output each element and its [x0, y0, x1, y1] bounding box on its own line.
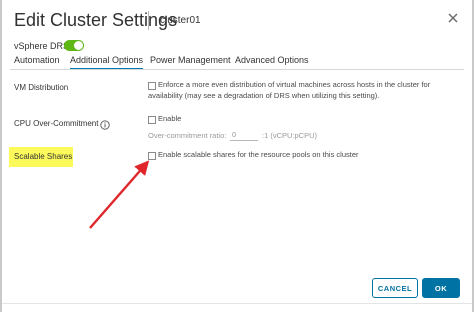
footer-divider — [2, 303, 472, 304]
cancel-button[interactable]: CANCEL — [372, 278, 418, 298]
annotation-arrow — [89, 160, 150, 229]
ok-button[interactable]: OK — [422, 278, 460, 298]
edit-cluster-settings-dialog: Edit Cluster Settings cluster01 vSphere … — [0, 0, 474, 312]
